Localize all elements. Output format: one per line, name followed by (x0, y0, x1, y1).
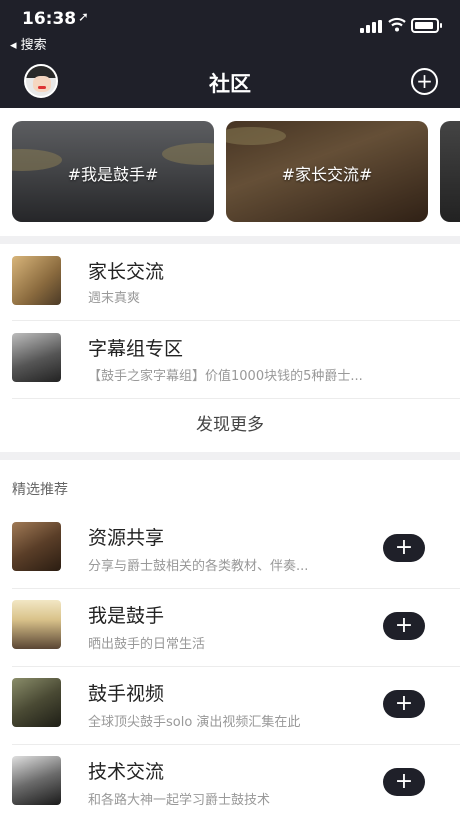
community-thumbnail (12, 600, 61, 649)
add-post-button[interactable]: + (411, 68, 438, 95)
join-button[interactable]: + (383, 612, 425, 640)
location-arrow-icon: ➚ (78, 10, 89, 25)
back-to-search-link[interactable]: ◂ 搜索 (10, 34, 47, 53)
join-button[interactable]: + (383, 534, 425, 562)
community-description: 全球顶尖鼓手solo 演出视频汇集在此 (88, 715, 301, 730)
status-time: 16:38 (22, 9, 77, 29)
section-heading: 精选推荐 (12, 482, 68, 498)
list-item[interactable]: 家长交流 週末真爽 (0, 244, 460, 322)
community-title: 技术交流 (88, 761, 165, 783)
row-divider (12, 398, 460, 399)
cellular-signal-icon (360, 20, 382, 33)
banner-i-am-drummer[interactable]: #我是鼓手# (12, 121, 214, 222)
community-thumbnail (12, 256, 61, 305)
list-item[interactable]: 技术交流 和各路大神一起学习爵士鼓技术 + (0, 744, 460, 818)
list-item[interactable]: 鼓手视频 全球顶尖鼓手solo 演出视频汇集在此 + (0, 666, 460, 744)
list-item[interactable]: 字幕组专区 【鼓手之家字幕组】价值1000块钱的5种爵士... (0, 321, 460, 399)
section-divider (0, 236, 460, 244)
banner-tag: #我是鼓手# (67, 165, 159, 184)
banner-tag: #家长交流# (281, 165, 373, 184)
community-latest-post: 【鼓手之家字幕组】价值1000块钱的5种爵士... (88, 369, 363, 384)
page-title: 社区 (209, 72, 251, 96)
community-thumbnail (12, 756, 61, 805)
community-thumbnail (12, 333, 61, 382)
topic-banner-carousel: #我是鼓手# #家长交流# (0, 108, 460, 236)
community-description: 分享与爵士鼓相关的各类教材、伴奏... (88, 559, 309, 574)
banner-next[interactable] (440, 121, 460, 222)
list-item[interactable]: 我是鼓手 晒出鼓手的日常生活 + (0, 588, 460, 666)
join-button[interactable]: + (383, 768, 425, 796)
community-title: 我是鼓手 (88, 605, 165, 627)
community-description: 晒出鼓手的日常生活 (88, 637, 206, 652)
status-bar: 16:38 ➚ ◂ 搜索 (0, 0, 460, 56)
community-title: 家长交流 (88, 261, 165, 283)
community-description: 和各路大神一起学习爵士鼓技术 (88, 793, 271, 808)
list-item[interactable]: 资源共享 分享与爵士鼓相关的各类教材、伴奏... + (0, 510, 460, 588)
community-title: 鼓手视频 (88, 683, 165, 705)
community-thumbnail (12, 522, 61, 571)
community-thumbnail (12, 678, 61, 727)
banner-parent-exchange[interactable]: #家长交流# (226, 121, 428, 222)
join-button[interactable]: + (383, 690, 425, 718)
discover-more-button[interactable]: 发现更多 (0, 410, 460, 435)
community-title: 资源共享 (88, 527, 165, 549)
wifi-icon (388, 17, 406, 32)
battery-icon (411, 18, 442, 33)
community-latest-post: 週末真爽 (88, 291, 141, 306)
community-title: 字幕组专区 (88, 338, 184, 360)
app-header: 16:38 ➚ ◂ 搜索 社区 + (0, 0, 460, 108)
section-divider (0, 452, 460, 460)
